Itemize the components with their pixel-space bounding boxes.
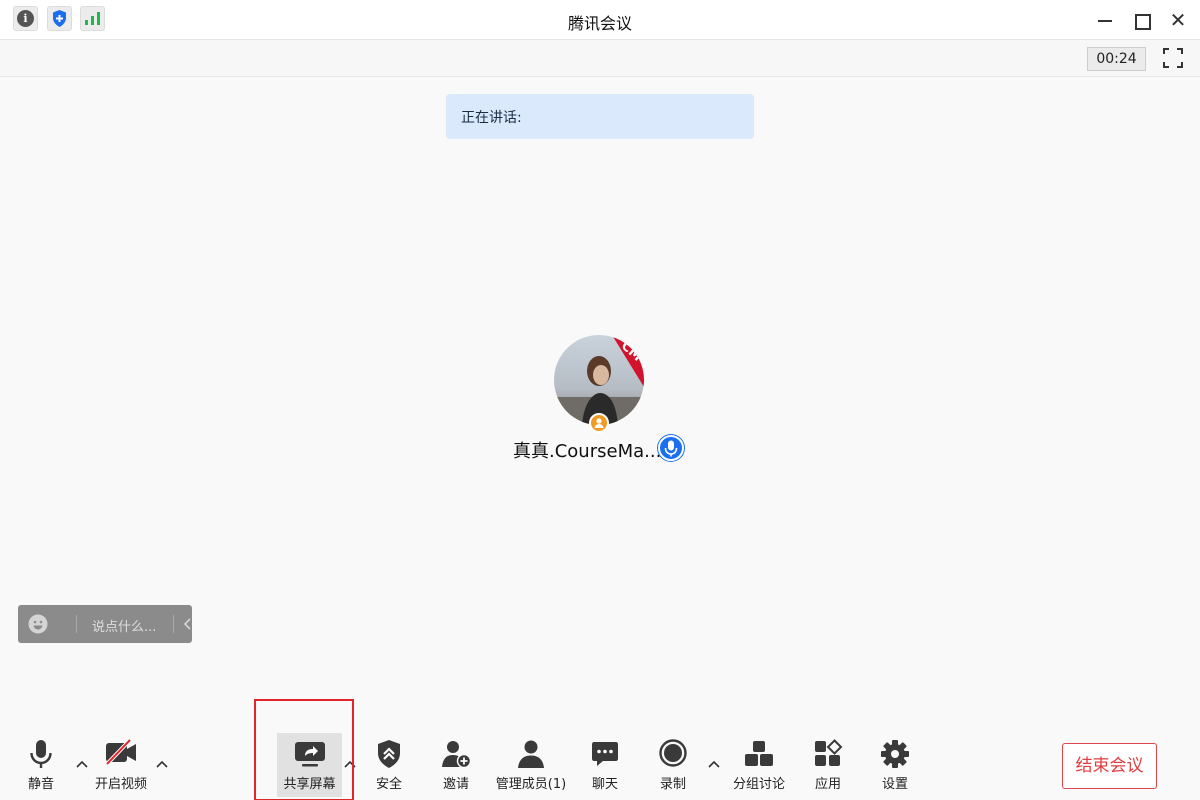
meeting-timer: 00:24	[1087, 47, 1146, 71]
record-label: 录制	[659, 777, 686, 792]
emoji-icon[interactable]	[28, 614, 48, 634]
info-icon: i	[17, 10, 34, 27]
settings-button[interactable]: 设置	[870, 733, 920, 797]
chevron-left-icon[interactable]	[181, 615, 195, 633]
meeting-info-bar	[0, 40, 1200, 77]
window-title: 腾讯会议	[567, 14, 632, 33]
share-screen-label: 共享屏幕	[283, 777, 336, 792]
chat-button[interactable]: 聊天	[580, 733, 630, 797]
members-label: 管理成员(1)	[495, 777, 567, 792]
video-label: 开启视频	[94, 777, 147, 792]
shield-icon	[53, 10, 66, 27]
manage-members-button[interactable]: 管理成员(1)	[494, 733, 568, 797]
microphone-icon	[30, 740, 52, 768]
record-button[interactable]: 录制	[648, 733, 698, 797]
speaking-label: 正在讲话:	[461, 110, 522, 126]
settings-label: 设置	[881, 777, 908, 792]
security-button[interactable]: 安全	[364, 733, 414, 797]
microphone-icon	[658, 435, 684, 461]
record-icon	[659, 739, 687, 767]
start-video-button[interactable]: 开启视频	[88, 733, 154, 797]
chat-input-pill[interactable]: 说点什么...	[18, 605, 192, 643]
close-icon[interactable]: ✕	[1166, 8, 1190, 32]
breakout-rooms-button[interactable]: 分组讨论	[728, 733, 790, 797]
shield-icon	[378, 740, 400, 768]
mute-label: 静音	[27, 777, 54, 792]
members-icon	[518, 740, 544, 768]
invite-label: 邀请	[442, 777, 469, 792]
fullscreen-button[interactable]	[1161, 46, 1185, 70]
mute-button[interactable]: 静音	[16, 733, 66, 797]
maximize-icon[interactable]	[1129, 8, 1153, 32]
signal-icon	[85, 12, 100, 25]
invite-button[interactable]: 邀请	[431, 733, 481, 797]
divider	[173, 615, 174, 633]
chat-input-placeholder[interactable]: 说点什么...	[92, 616, 156, 635]
security-label: 安全	[375, 777, 402, 792]
add-user-icon	[442, 741, 471, 769]
breakout-label: 分组讨论	[732, 777, 785, 792]
share-screen-icon	[294, 742, 325, 767]
divider	[76, 615, 77, 633]
video-off-icon	[105, 739, 136, 766]
security-status-button[interactable]	[47, 6, 72, 31]
breakout-icon	[745, 741, 773, 766]
apps-icon	[815, 739, 843, 766]
chevron-up-icon[interactable]	[154, 757, 170, 773]
chat-icon	[592, 742, 618, 766]
participant-name: 真真.CourseMa...	[513, 441, 662, 462]
meeting-info-button[interactable]: i	[13, 6, 38, 31]
participant-avatar[interactable]: CM	[554, 335, 644, 425]
apps-button[interactable]: 应用	[803, 733, 853, 797]
fullscreen-icon	[1163, 48, 1183, 68]
chevron-up-icon[interactable]	[342, 757, 358, 773]
person-icon	[589, 413, 609, 433]
apps-label: 应用	[814, 777, 841, 792]
minimize-icon[interactable]	[1093, 8, 1117, 32]
gear-icon	[881, 740, 909, 768]
end-meeting-button[interactable]: 结束会议	[1062, 743, 1157, 789]
chat-label: 聊天	[591, 777, 618, 792]
chevron-up-icon[interactable]	[706, 757, 722, 773]
share-screen-button[interactable]: 共享屏幕	[277, 733, 342, 797]
title-bar: 腾讯会议 ✕	[0, 0, 1200, 40]
speaking-indicator: 正在讲话:	[446, 94, 754, 139]
network-status-button[interactable]	[80, 6, 105, 31]
